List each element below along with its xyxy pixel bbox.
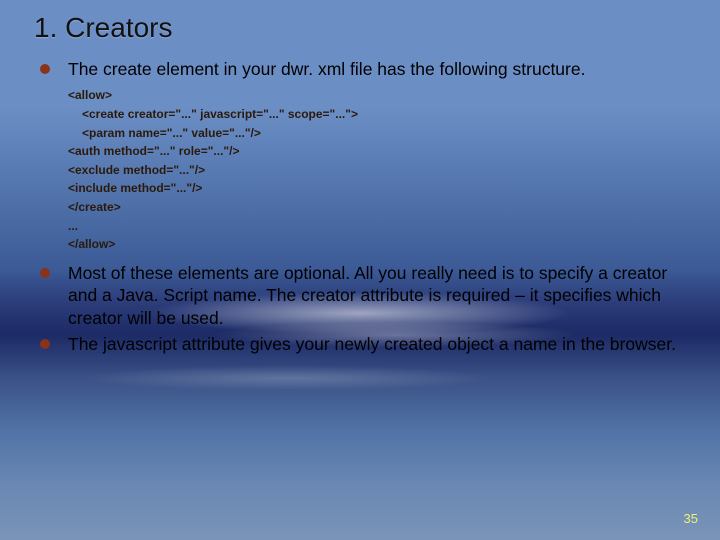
code-line-5: <exclude method="..."/> xyxy=(68,161,690,180)
code-line-9: </allow> xyxy=(68,235,690,254)
code-line-7: </create> xyxy=(68,198,690,217)
bullet-3-text: The javascript attribute gives your newl… xyxy=(68,333,690,355)
code-block: <allow> <create creator="..." javascript… xyxy=(68,86,690,253)
code-line-6: <include method="..."/> xyxy=(68,179,690,198)
bullet-list: The create element in your dwr. xml file… xyxy=(40,58,690,355)
code-line-1: <allow> xyxy=(68,86,690,105)
bullet-2-text: Most of these elements are optional. All… xyxy=(68,262,690,329)
code-line-8: ... xyxy=(68,217,690,236)
bullet-item-2: Most of these elements are optional. All… xyxy=(40,262,690,329)
slide-title: 1. Creators xyxy=(34,12,690,44)
code-line-4: <auth method="..." role="..."/> xyxy=(68,142,690,161)
slide: 1. Creators The create element in your d… xyxy=(0,0,720,540)
code-line-2: <create creator="..." javascript="..." s… xyxy=(68,105,690,124)
bullet-item-3: The javascript attribute gives your newl… xyxy=(40,333,690,355)
code-line-3: <param name="..." value="..."/> xyxy=(68,124,690,143)
bullet-1-text: The create element in your dwr. xml file… xyxy=(68,58,690,80)
page-number: 35 xyxy=(684,511,698,526)
bullet-item-1: The create element in your dwr. xml file… xyxy=(40,58,690,254)
